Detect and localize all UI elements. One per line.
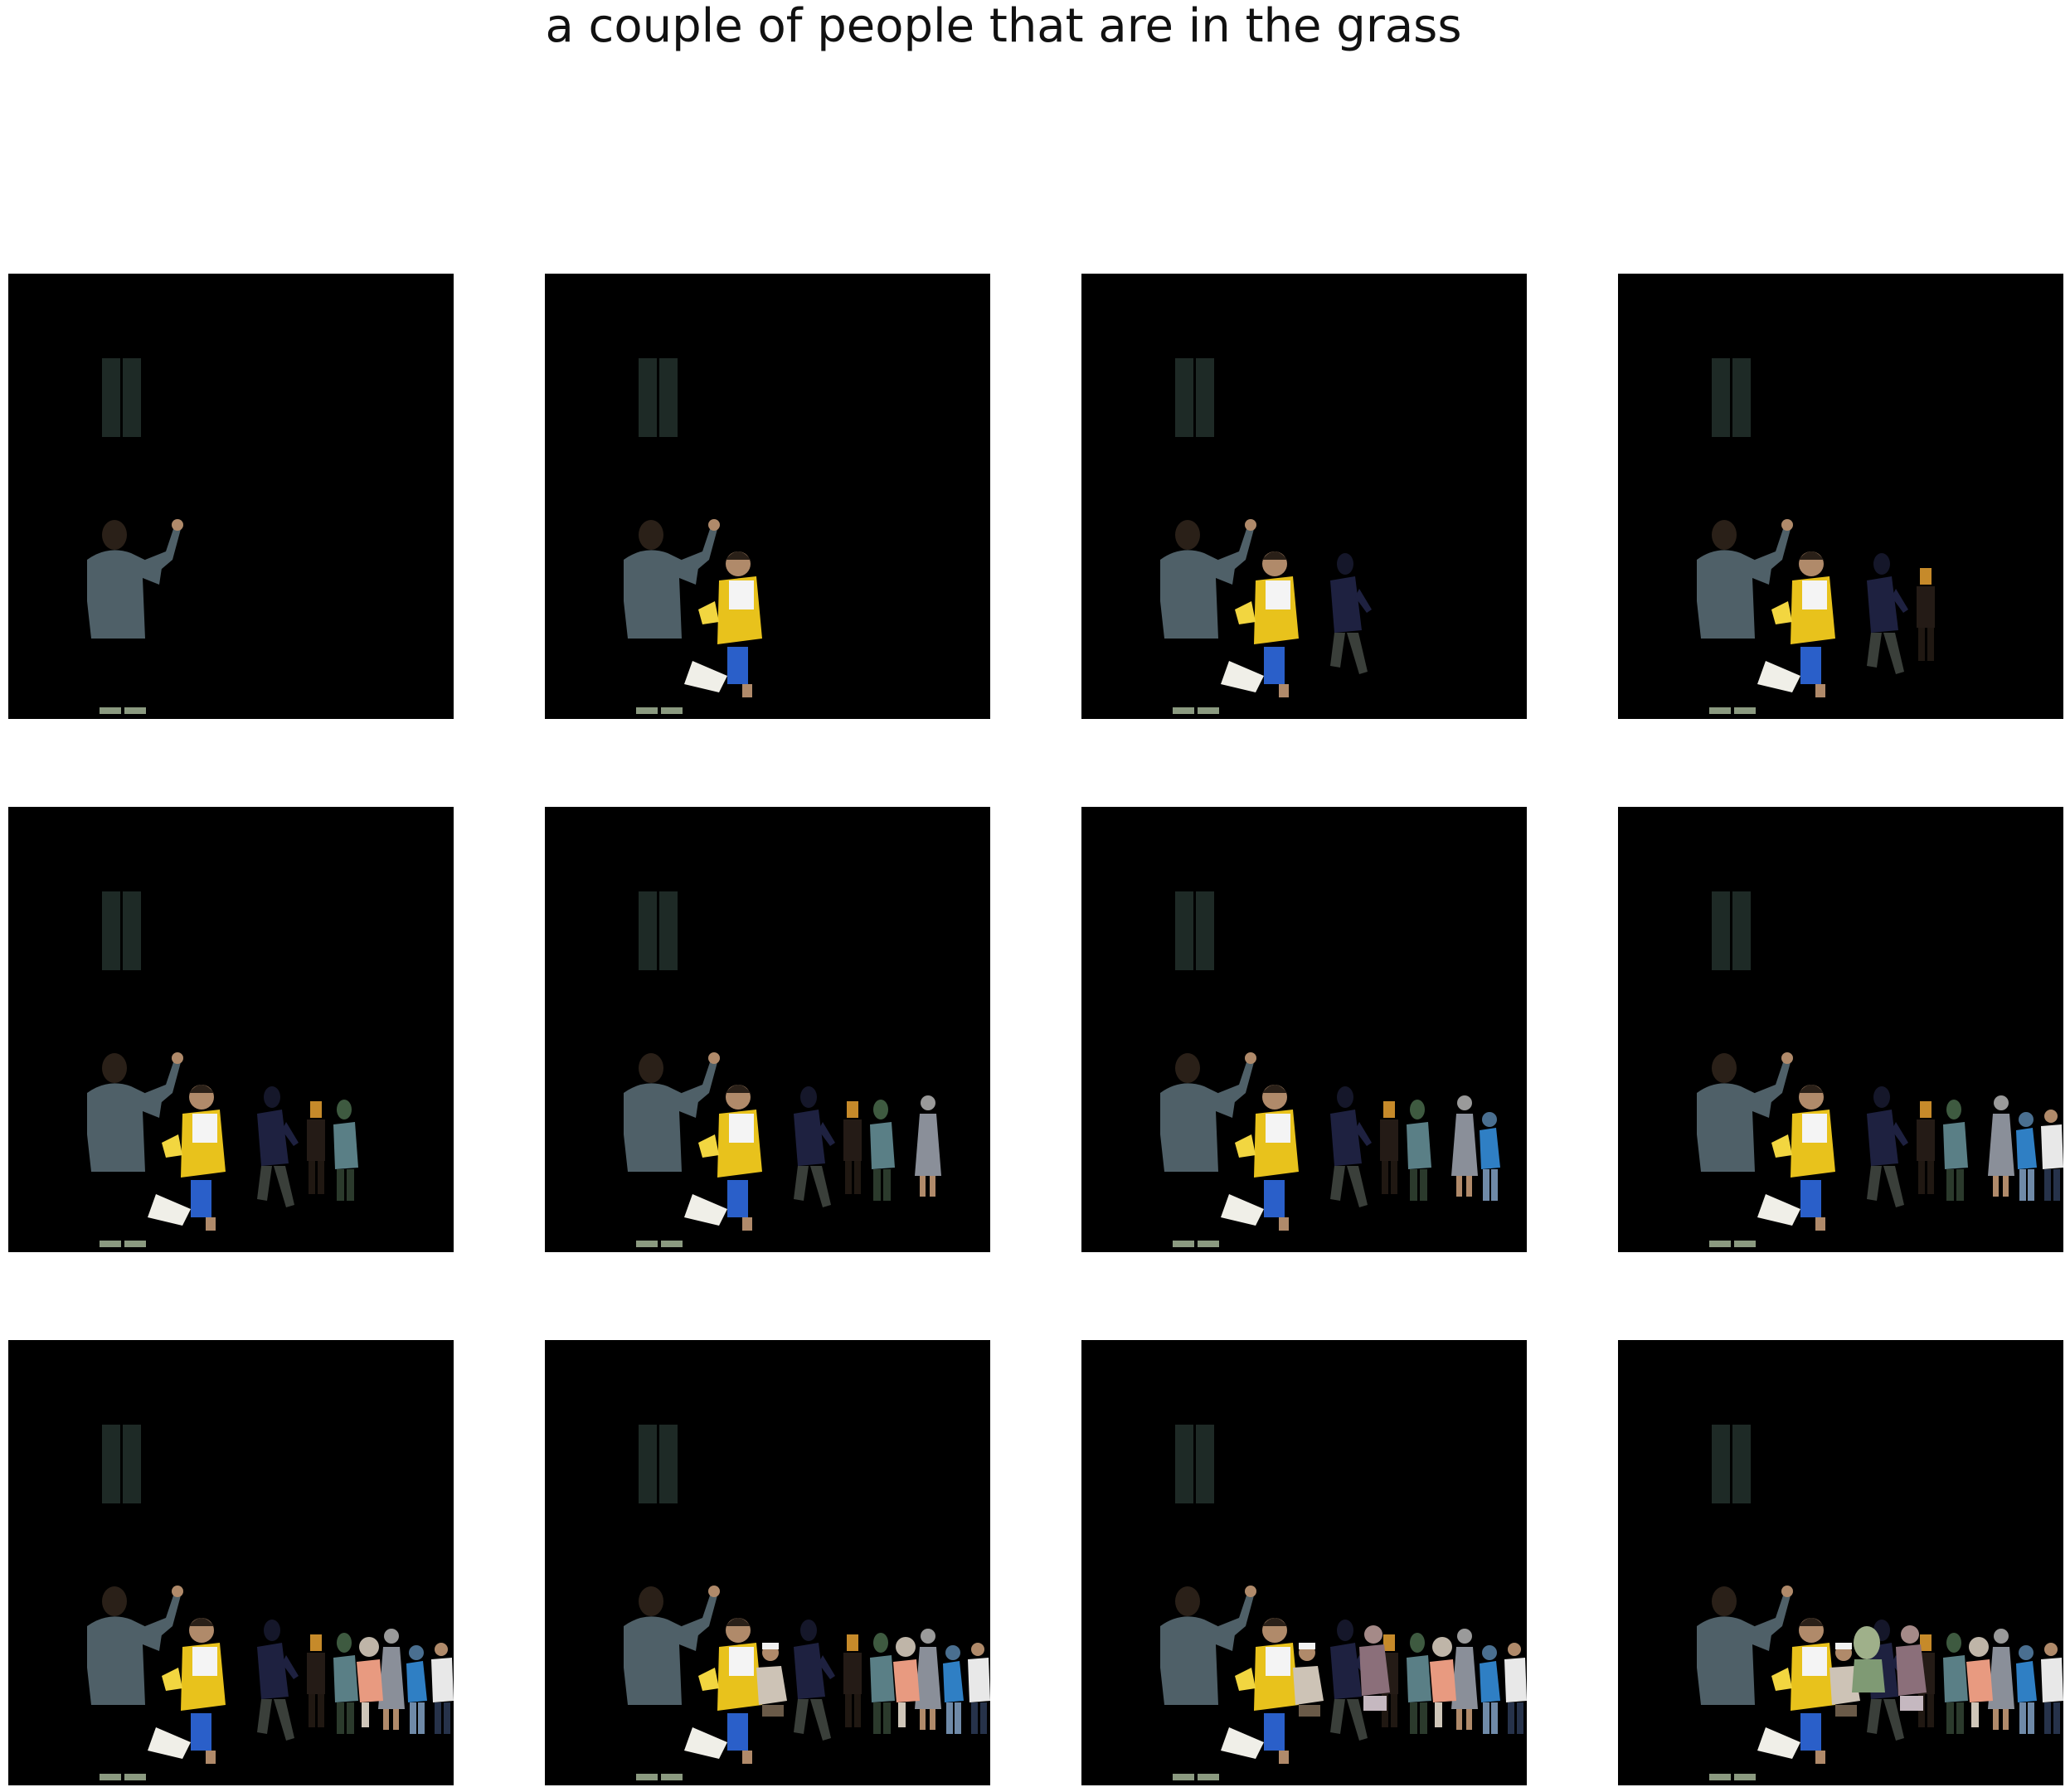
image-panel-8 bbox=[1618, 807, 2063, 1252]
image-panel-5 bbox=[8, 807, 454, 1252]
image-panel-4 bbox=[1618, 274, 2063, 719]
figure-title: a couple of people that are in the grass bbox=[545, 0, 1462, 53]
image-panel-9 bbox=[8, 1340, 454, 1785]
image-panel-12 bbox=[1618, 1340, 2063, 1785]
image-panel-7 bbox=[1081, 807, 1527, 1252]
image-panel-6 bbox=[545, 807, 990, 1252]
panel-image bbox=[8, 1340, 454, 1785]
panel-image bbox=[1081, 807, 1527, 1252]
image-panel-2 bbox=[545, 274, 990, 719]
panel-image bbox=[8, 807, 454, 1252]
image-panel-3 bbox=[1081, 274, 1527, 719]
panel-image bbox=[1618, 1340, 2063, 1785]
panel-image bbox=[1618, 807, 2063, 1252]
image-panel-10 bbox=[545, 1340, 990, 1785]
image-panel-11 bbox=[1081, 1340, 1527, 1785]
panel-image bbox=[545, 274, 990, 719]
image-panel-1 bbox=[8, 274, 454, 719]
panel-image bbox=[8, 274, 454, 719]
panel-image bbox=[1081, 274, 1527, 719]
panel-image bbox=[1618, 274, 2063, 719]
panel-image bbox=[1081, 1340, 1527, 1785]
panel-image bbox=[545, 807, 990, 1252]
panel-image bbox=[545, 1340, 990, 1785]
